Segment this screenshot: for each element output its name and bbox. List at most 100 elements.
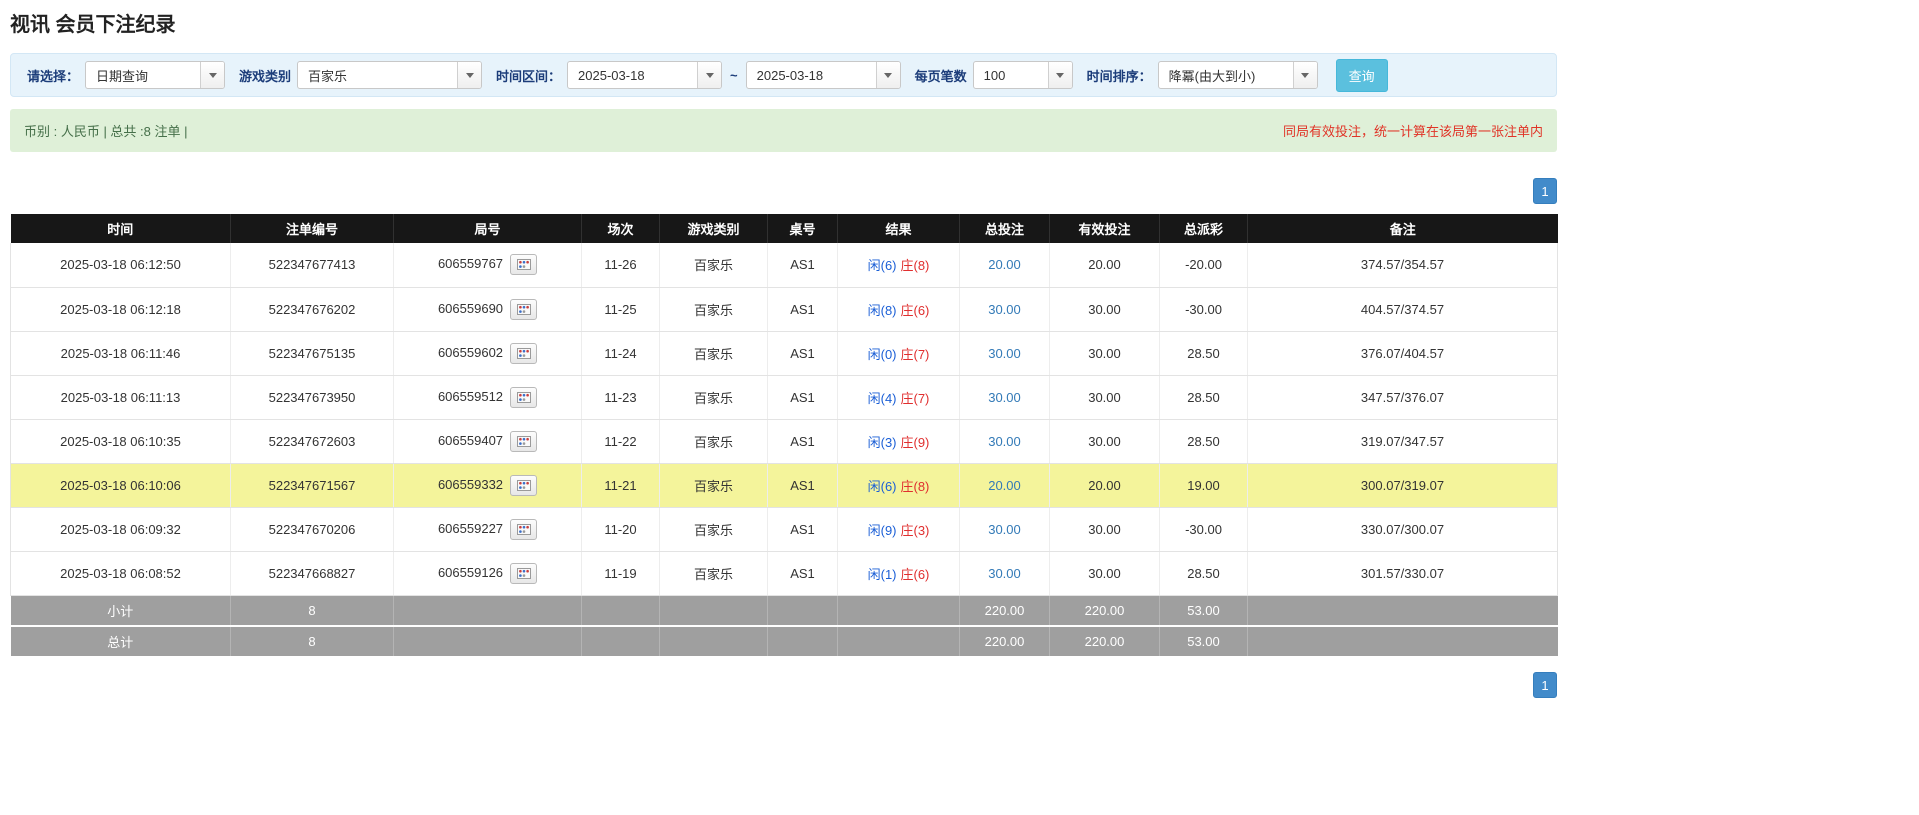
page-1-button[interactable]: 1 bbox=[1533, 178, 1557, 204]
cell-session: 11-21 bbox=[581, 463, 660, 508]
chevron-down-icon[interactable] bbox=[1292, 62, 1317, 88]
result-banker: 庄(9) bbox=[900, 434, 930, 450]
chevron-down-icon[interactable] bbox=[697, 62, 722, 88]
cell-session: 11-24 bbox=[581, 331, 660, 376]
cell-time: 2025-03-18 06:09:32 bbox=[10, 507, 231, 552]
result-player: 闲(1) bbox=[867, 566, 897, 582]
result-player: 闲(0) bbox=[867, 346, 897, 362]
total-bet-link[interactable]: 30.00 bbox=[988, 346, 1021, 361]
filter-group-per-page: 每页笔数 100 bbox=[915, 61, 1073, 89]
cell-remark: 374.57/354.57 bbox=[1247, 243, 1558, 288]
roadmap-icon[interactable] bbox=[510, 562, 538, 584]
date-to-picker[interactable]: 2025-03-18 bbox=[745, 61, 901, 89]
table-row: 2025-03-18 06:12:18 522347676202 6065596… bbox=[10, 287, 1558, 332]
cell-result: 闲(0) 庄(7) bbox=[837, 331, 960, 376]
round-id-text: 606559690 bbox=[437, 300, 504, 316]
game-type-dropdown[interactable]: 百家乐 bbox=[297, 61, 483, 89]
column-header: 有效投注 bbox=[1049, 214, 1160, 243]
chevron-down-icon[interactable] bbox=[1047, 62, 1072, 88]
cell-game-type: 百家乐 bbox=[659, 507, 768, 552]
grand-total-payout: 53.00 bbox=[1159, 626, 1248, 658]
date-from-value: 2025-03-18 bbox=[578, 67, 645, 83]
per-page-dropdown[interactable]: 100 bbox=[972, 61, 1073, 89]
chevron-down-icon[interactable] bbox=[875, 62, 900, 88]
total-bet-link[interactable]: 30.00 bbox=[988, 390, 1021, 405]
currency-total-info: 币别 : 人民币 | 总共 :8 注单 | bbox=[24, 124, 188, 139]
page-1-button[interactable]: 1 bbox=[1533, 672, 1557, 698]
total-bet-link[interactable]: 30.00 bbox=[988, 566, 1021, 581]
result-banker: 庄(7) bbox=[900, 390, 930, 406]
grand-total-count: 8 bbox=[230, 626, 394, 658]
grand-total-row: 总计 8 220.00 220.00 53.00 bbox=[10, 626, 1558, 658]
cell-remark: 347.57/376.07 bbox=[1247, 375, 1558, 420]
cell-session: 11-26 bbox=[581, 243, 660, 288]
select-label: 请选择： bbox=[27, 68, 80, 84]
column-header: 注单编号 bbox=[230, 214, 394, 243]
total-bet-link[interactable]: 30.00 bbox=[988, 522, 1021, 537]
total-bet-link[interactable]: 30.00 bbox=[988, 434, 1021, 449]
chevron-down-icon[interactable] bbox=[457, 62, 482, 88]
cell-result: 闲(8) 庄(6) bbox=[837, 287, 960, 332]
cell-round-id: 606559602 bbox=[393, 331, 582, 376]
chevron-down-icon[interactable] bbox=[200, 62, 225, 88]
round-id-text: 606559602 bbox=[437, 344, 504, 360]
roadmap-icon[interactable] bbox=[510, 430, 538, 452]
table-row: 2025-03-18 06:09:32 522347670206 6065592… bbox=[10, 507, 1558, 552]
result-banker: 庄(3) bbox=[900, 522, 930, 538]
cell-payout: 28.50 bbox=[1159, 375, 1248, 420]
result-player: 闲(4) bbox=[867, 390, 897, 406]
grand-total-valid-bet: 220.00 bbox=[1049, 626, 1160, 658]
cell-table-no: AS1 bbox=[767, 375, 838, 420]
sort-dropdown[interactable]: 降冪(由大到小) bbox=[1157, 61, 1318, 89]
cell-game-type: 百家乐 bbox=[659, 463, 768, 508]
cell-game-type: 百家乐 bbox=[659, 551, 768, 596]
total-bet-link[interactable]: 20.00 bbox=[988, 478, 1021, 493]
round-id-text: 606559126 bbox=[437, 564, 504, 580]
result-player: 闲(3) bbox=[867, 434, 897, 450]
round-id-text: 606559512 bbox=[437, 388, 504, 404]
cell-time: 2025-03-18 06:12:18 bbox=[10, 287, 231, 332]
cell-valid-bet: 30.00 bbox=[1049, 287, 1160, 332]
roadmap-icon[interactable] bbox=[510, 474, 538, 496]
page-container: 视讯 会员下注纪录 请选择： 日期查询 游戏类别 百家乐 时间区间： 2025-… bbox=[10, 8, 1558, 698]
roadmap-icon[interactable] bbox=[510, 254, 538, 276]
roadmap-icon[interactable] bbox=[510, 518, 538, 540]
sort-label: 时间排序： bbox=[1086, 68, 1152, 84]
cell-time: 2025-03-18 06:10:06 bbox=[10, 463, 231, 508]
cell-bet-id: 522347675135 bbox=[230, 331, 394, 376]
cell-time: 2025-03-18 06:10:35 bbox=[10, 419, 231, 464]
table-header-row: 时间 注单编号 局号 场次 游戏类别 桌号 结果 总投注 有效投注 总派彩 备注 bbox=[10, 214, 1558, 243]
cell-result: 闲(6) 庄(8) bbox=[837, 463, 960, 508]
grand-total-total-bet: 220.00 bbox=[959, 626, 1050, 658]
table-row: 2025-03-18 06:10:06 522347671567 6065593… bbox=[10, 463, 1558, 508]
cell-result: 闲(4) 庄(7) bbox=[837, 375, 960, 420]
result-banker: 庄(7) bbox=[900, 346, 930, 362]
table-row: 2025-03-18 06:11:13 522347673950 6065595… bbox=[10, 375, 1558, 420]
roadmap-icon[interactable] bbox=[510, 386, 538, 408]
cell-round-id: 606559126 bbox=[393, 551, 582, 596]
pagination-top: 1 bbox=[10, 178, 1557, 204]
sort-value: 降冪(由大到小) bbox=[1168, 68, 1256, 84]
cell-valid-bet: 30.00 bbox=[1049, 551, 1160, 596]
cell-total-bet: 30.00 bbox=[959, 551, 1050, 596]
cell-session: 11-20 bbox=[581, 507, 660, 552]
column-header: 结果 bbox=[837, 214, 960, 243]
cell-remark: 300.07/319.07 bbox=[1247, 463, 1558, 508]
total-bet-link[interactable]: 20.00 bbox=[988, 257, 1021, 272]
subtotal-valid-bet: 220.00 bbox=[1049, 595, 1160, 627]
cell-round-id: 606559690 bbox=[393, 287, 582, 332]
roadmap-icon[interactable] bbox=[510, 298, 538, 320]
search-button[interactable]: 查询 bbox=[1335, 58, 1388, 92]
cell-bet-id: 522347677413 bbox=[230, 243, 394, 288]
table-row: 2025-03-18 06:12:50 522347677413 6065597… bbox=[10, 243, 1558, 288]
roadmap-icon[interactable] bbox=[510, 342, 538, 364]
query-type-dropdown[interactable]: 日期查询 bbox=[85, 61, 226, 89]
filter-bar: 请选择： 日期查询 游戏类别 百家乐 时间区间： 2025-03-18 ~ 20… bbox=[10, 53, 1557, 97]
cell-total-bet: 20.00 bbox=[959, 243, 1050, 288]
cell-total-bet: 30.00 bbox=[959, 375, 1050, 420]
cell-table-no: AS1 bbox=[767, 419, 838, 464]
filter-group-select: 请选择： 日期查询 bbox=[27, 61, 226, 89]
total-bet-link[interactable]: 30.00 bbox=[988, 302, 1021, 317]
cell-total-bet: 30.00 bbox=[959, 419, 1050, 464]
date-from-picker[interactable]: 2025-03-18 bbox=[567, 61, 723, 89]
